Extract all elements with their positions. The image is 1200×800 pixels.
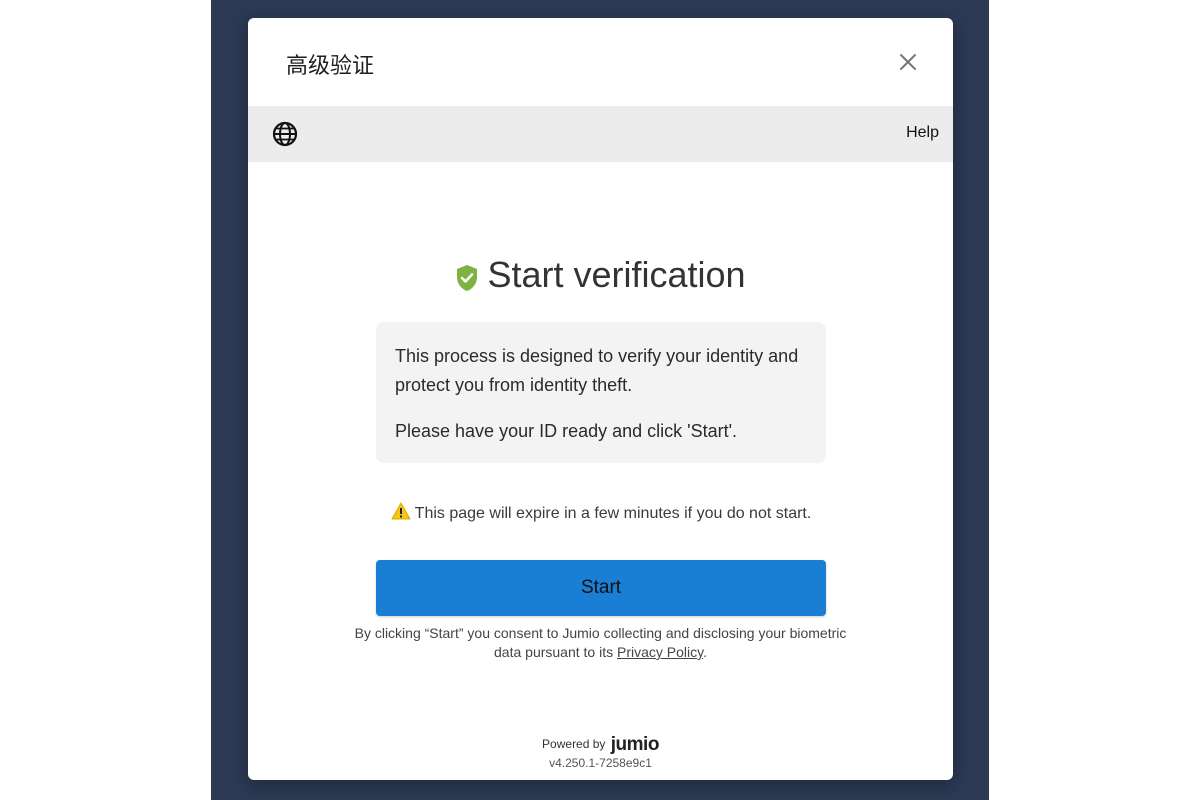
info-box: This process is designed to verify your …: [376, 322, 826, 463]
privacy-policy-link[interactable]: Privacy Policy: [617, 644, 703, 660]
jumio-logo: jumio: [610, 734, 660, 755]
start-button[interactable]: Start: [376, 560, 826, 616]
expiry-warning: This page will expire in a few minutes i…: [376, 502, 826, 526]
consent-suffix: .: [703, 644, 707, 660]
modal-title: 高级验证: [286, 54, 375, 79]
heading-text: Start verification: [487, 254, 746, 295]
verification-modal: 高级验证 Help Start verification This proces…: [248, 18, 953, 780]
warning-icon: [391, 502, 411, 520]
shield-check-icon: [455, 259, 479, 292]
powered-by: Powered by jumio: [248, 734, 953, 756]
consent-text: By clicking “Start” you consent to Jumio…: [348, 624, 853, 662]
consent-prefix: By clicking “Start” you consent to Jumio…: [354, 625, 847, 660]
help-link[interactable]: Help: [906, 124, 939, 142]
modal-toolbar: Help: [248, 106, 953, 162]
version-label: v4.250.1-7258e9c1: [549, 756, 652, 770]
warning-text: This page will expire in a few minutes i…: [414, 505, 812, 522]
powered-by-label: Powered by: [542, 737, 606, 751]
info-text-identity: This process is designed to verify your …: [395, 346, 799, 395]
screen: 高级验证 Help Start verification This proces…: [0, 0, 1200, 800]
globe-icon[interactable]: [271, 120, 299, 148]
modal-header: 高级验证: [248, 18, 953, 106]
verification-heading: Start verification: [248, 254, 953, 296]
close-icon[interactable]: [894, 48, 922, 76]
info-text-instructions: Please have your ID ready and click 'Sta…: [395, 421, 738, 441]
